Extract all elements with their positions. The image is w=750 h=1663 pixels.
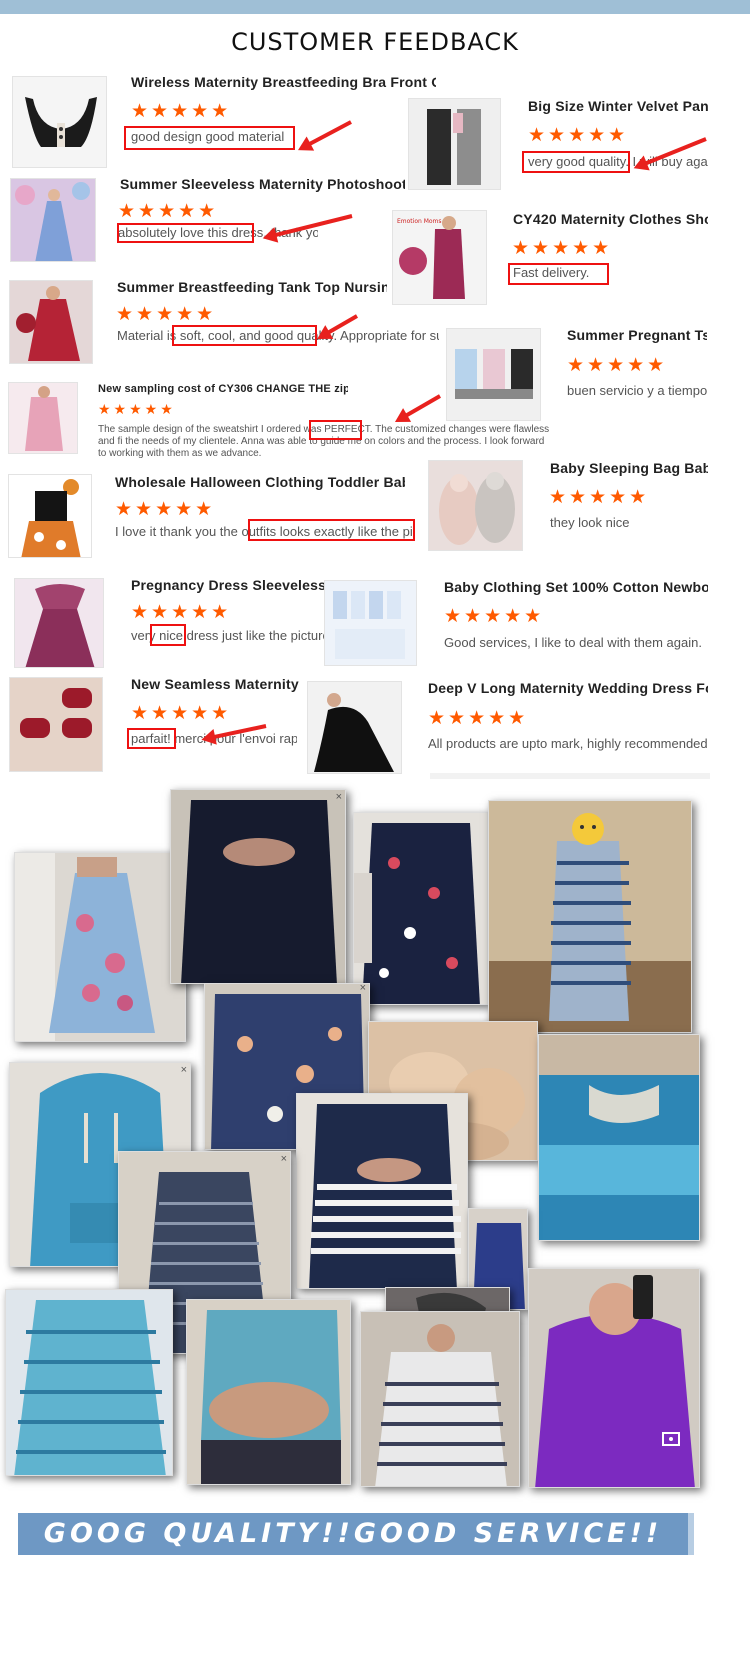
rating-stars: ★★★★★ [115, 499, 216, 520]
rating-stars: ★★★★★ [528, 125, 629, 146]
product-thumbnail [446, 328, 541, 421]
review-product-title[interactable]: Summer Pregnant Ts [567, 327, 707, 343]
product-thumbnail [14, 578, 104, 668]
page-title: CUSTOMER FEEDBACK [231, 28, 519, 56]
product-thumbnail [9, 677, 103, 772]
review-product-title[interactable]: Summer Breastfeeding Tank Top Nursing Cl… [117, 279, 387, 295]
rating-stars: ★★★★★ [131, 101, 232, 122]
review-product-title[interactable]: Summer Sleeveless Maternity Photoshoot D… [120, 176, 405, 192]
product-thumbnail [428, 460, 523, 551]
review-product-title[interactable]: Baby Clothing Set 100% Cotton Newborn [444, 579, 708, 595]
customer-photo [353, 812, 488, 1005]
product-thumbnail [307, 681, 402, 774]
rating-stars: ★★★★★ [512, 238, 613, 259]
review-comment: buen servicio y a tiempo [567, 383, 708, 398]
rating-stars: ★★★★★ [549, 487, 650, 508]
review-product-title[interactable]: Pregnancy Dress Sleeveless Cu [131, 577, 324, 593]
review-product-title[interactable]: New sampling cost of CY306 CHANGE THE zi… [98, 383, 348, 395]
highlight-box [508, 263, 609, 285]
rating-stars: ★★★★★ [98, 401, 176, 417]
top-decor-band [0, 0, 750, 14]
review-comment: they look nice [550, 515, 630, 530]
product-thumbnail [8, 474, 92, 558]
divider [430, 773, 710, 779]
close-icon[interactable]: × [281, 1153, 287, 1165]
customer-photo [5, 1289, 173, 1476]
review-product-title[interactable]: Wholesale Halloween Clothing Toddler Bab… [115, 474, 405, 490]
rating-stars: ★★★★★ [428, 708, 529, 729]
rating-stars: ★★★★★ [118, 201, 219, 222]
review-product-title[interactable]: Baby Sleeping Bag Baby [550, 460, 708, 476]
product-thumbnail [408, 98, 501, 190]
highlight-box [522, 151, 630, 173]
red-arrow [307, 120, 352, 147]
review-comment: All products are upto mark, highly recom… [428, 736, 708, 751]
product-thumbnail [10, 178, 96, 262]
product-thumbnail [8, 382, 78, 454]
highlight-box [150, 624, 186, 646]
rating-stars: ★★★★★ [116, 304, 217, 325]
review-product-title[interactable]: Wireless Maternity Breastfeeding Bra Fro… [131, 74, 436, 90]
highlight-box [124, 126, 295, 150]
customer-photo [296, 1093, 468, 1289]
customer-photo [14, 852, 186, 1042]
highlight-box [172, 325, 317, 346]
rating-stars: ★★★★★ [567, 355, 668, 376]
customer-photo [488, 800, 692, 1033]
close-icon[interactable]: × [181, 1064, 187, 1076]
customer-photo: × [170, 789, 346, 984]
product-thumbnail [9, 280, 93, 364]
product-thumbnail [12, 76, 107, 168]
review-product-title[interactable]: Deep V Long Maternity Wedding Dress For [428, 680, 708, 696]
customer-photo [360, 1311, 520, 1487]
highlight-box [127, 728, 176, 749]
product-thumbnail: Emotion Moms [392, 210, 487, 305]
product-thumbnail [324, 580, 417, 666]
customer-photo [538, 1034, 700, 1241]
close-icon[interactable]: × [360, 984, 366, 994]
slogan-text: GOOG QUALITY!!GOOD SERVICE!! [43, 1518, 663, 1549]
close-icon[interactable]: × [336, 791, 342, 803]
customer-photo [528, 1268, 700, 1488]
highlight-box [117, 223, 254, 243]
highlight-box [248, 519, 415, 541]
svg-text:Emotion Moms: Emotion Moms [397, 218, 442, 225]
red-arrow [404, 394, 441, 418]
review-product-title[interactable]: CY420 Maternity Clothes Sho [513, 211, 708, 227]
review-product-title[interactable]: New Seamless Maternity [131, 676, 306, 692]
review-product-title[interactable]: Big Size Winter Velvet Pant [528, 98, 708, 114]
rating-stars: ★★★★★ [131, 602, 232, 623]
review-comment: Good services, I like to deal with them … [444, 635, 702, 650]
customer-photo [186, 1299, 351, 1485]
rating-stars: ★★★★★ [131, 703, 232, 724]
highlight-box [309, 420, 362, 440]
rating-stars: ★★★★★ [444, 606, 545, 627]
